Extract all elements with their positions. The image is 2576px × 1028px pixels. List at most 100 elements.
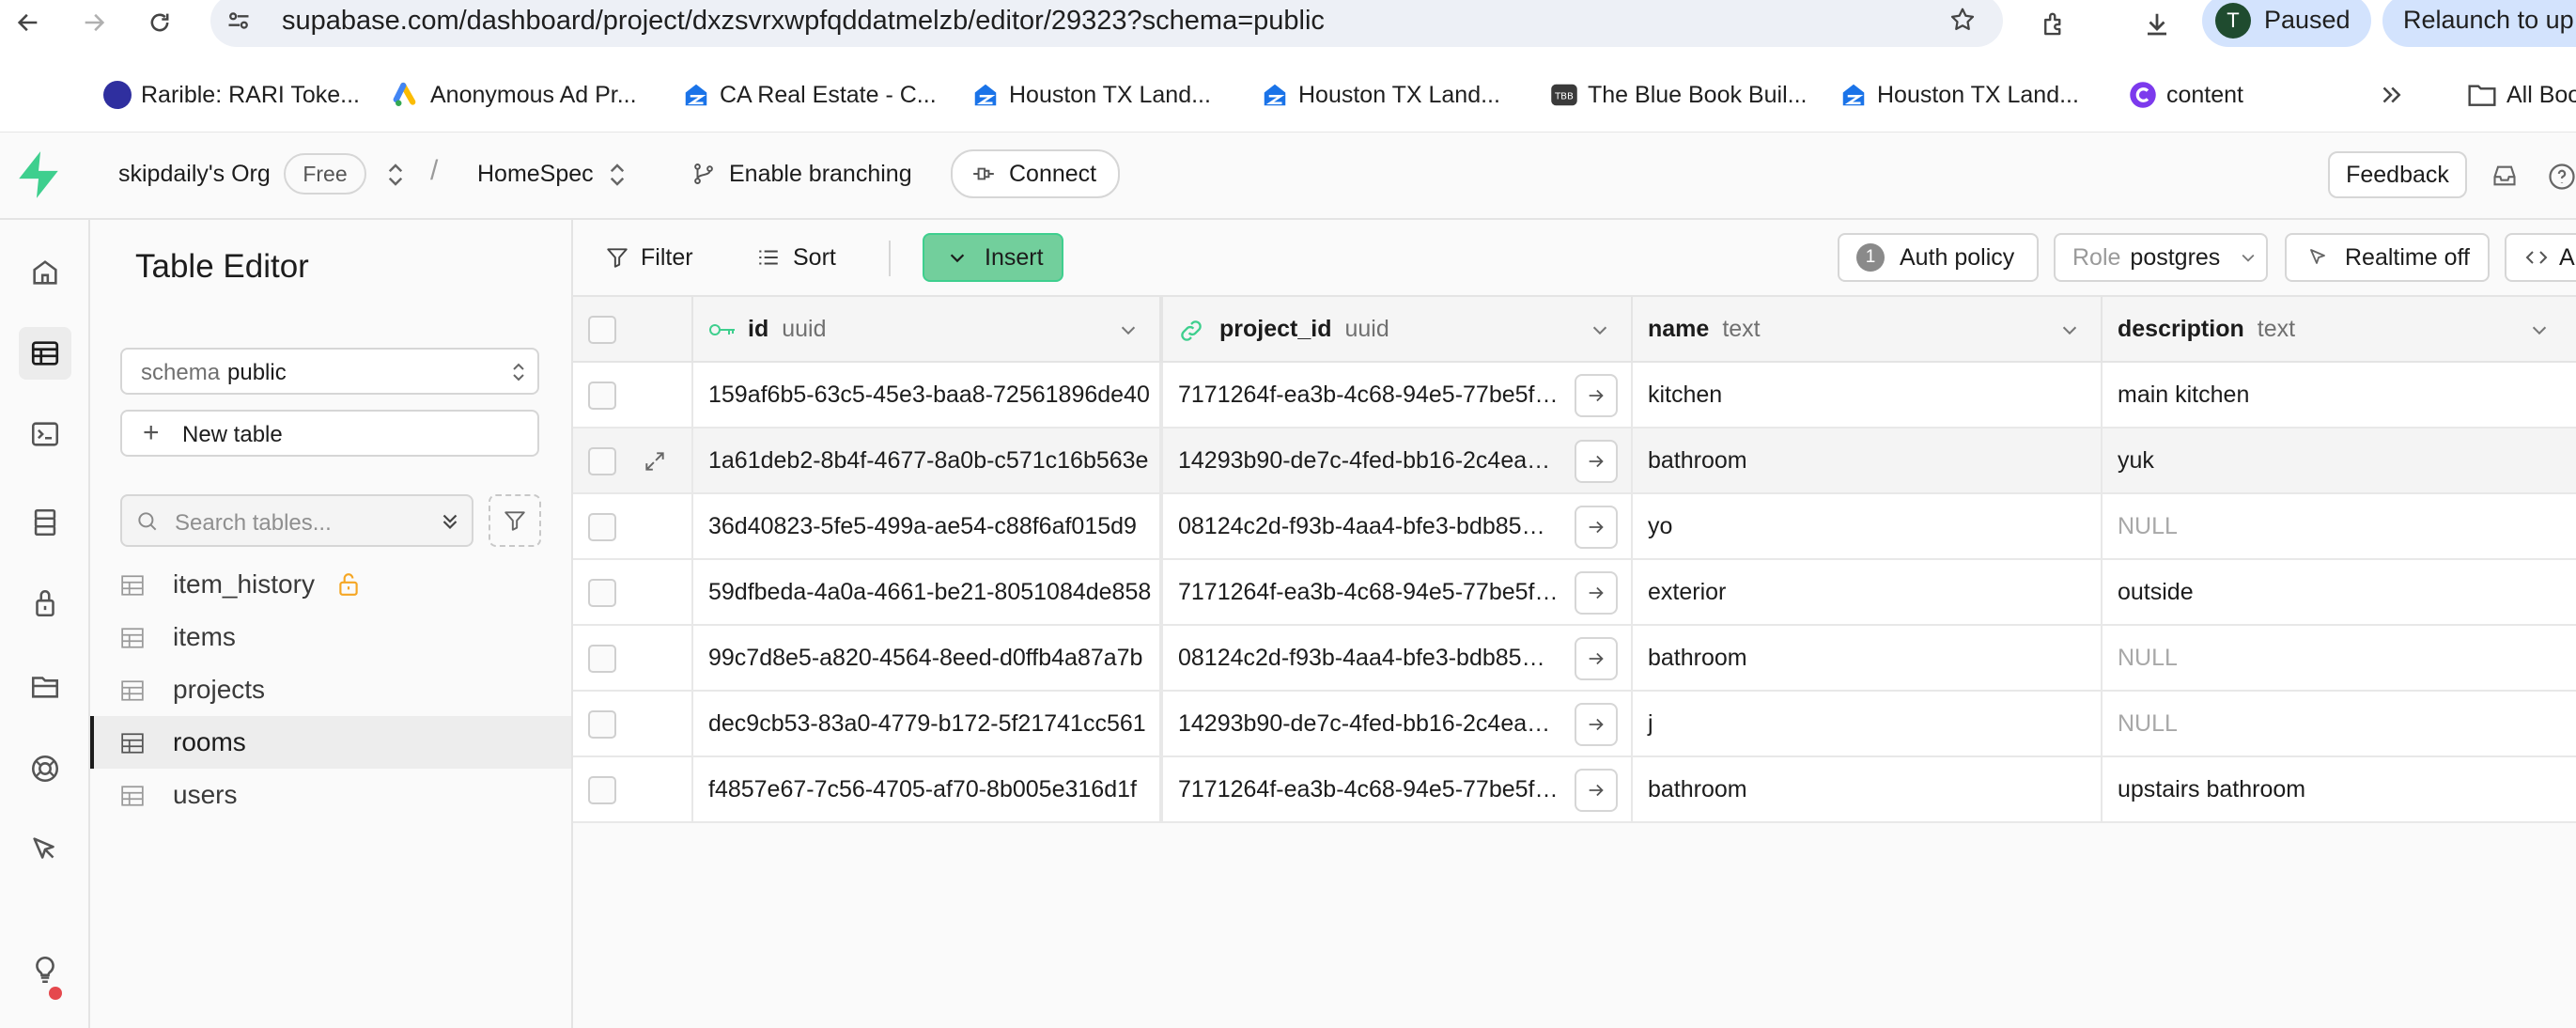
download-icon[interactable] bbox=[2138, 6, 2176, 43]
column-header-project-id[interactable]: project_id uuid bbox=[1163, 297, 1633, 363]
row-checkbox[interactable] bbox=[588, 447, 616, 475]
bookmark-item[interactable]: Rarible: RARI Toke... bbox=[103, 71, 360, 118]
table-row[interactable]: 59dfbeda-4a0a-4661-be21-8051084de858 7171… bbox=[573, 560, 2576, 626]
chevron-down-icon[interactable] bbox=[2059, 319, 2080, 340]
table-row[interactable]: 1a61deb2-8b4f-4677-8a0b-c571c16b563e 1429… bbox=[573, 428, 2576, 494]
cell-id[interactable]: dec9cb53-83a0-4779-b172-5f21741cc561 bbox=[693, 692, 1163, 757]
insert-button[interactable]: Insert bbox=[923, 233, 1063, 282]
chevron-down-icon[interactable] bbox=[1118, 319, 1139, 340]
extensions-icon[interactable] bbox=[2035, 6, 2072, 43]
bookmark-star-icon[interactable] bbox=[1948, 6, 1977, 34]
row-checkbox[interactable] bbox=[588, 776, 616, 804]
connect-button[interactable]: Connect bbox=[951, 149, 1120, 198]
cell-id[interactable]: 159af6b5-63c5-45e3-baa8-72561896de40 bbox=[693, 363, 1163, 428]
auth-policy-button[interactable]: 1 Auth policy bbox=[1838, 233, 2039, 282]
foreign-key-arrow-button[interactable] bbox=[1575, 769, 1618, 812]
foreign-key-arrow-button[interactable] bbox=[1575, 440, 1618, 483]
foreign-key-arrow-button[interactable] bbox=[1575, 374, 1618, 417]
chevron-double-down-icon[interactable] bbox=[438, 509, 462, 534]
table-row[interactable]: 159af6b5-63c5-45e3-baa8-72561896de40 7171… bbox=[573, 363, 2576, 428]
sql-editor-icon[interactable] bbox=[19, 408, 71, 460]
new-table-button[interactable]: + New table bbox=[120, 410, 539, 457]
cell-name[interactable]: exterior bbox=[1633, 560, 2103, 626]
bookmark-item[interactable]: TBB The Blue Book Buil... bbox=[1550, 71, 1807, 118]
database-icon[interactable] bbox=[19, 496, 71, 549]
row-checkbox[interactable] bbox=[588, 579, 616, 607]
table-list-item[interactable]: projects bbox=[90, 663, 571, 716]
row-checkbox[interactable] bbox=[588, 710, 616, 739]
row-checkbox[interactable] bbox=[588, 382, 616, 410]
org-name[interactable]: skipdaily's Org bbox=[118, 161, 271, 188]
cell-description[interactable]: upstairs bathroom bbox=[2103, 757, 2576, 823]
foreign-key-arrow-button[interactable] bbox=[1575, 571, 1618, 615]
realtime-toggle-button[interactable]: Realtime off bbox=[2285, 233, 2490, 282]
row-checkbox[interactable] bbox=[588, 513, 616, 541]
cell-project-id[interactable]: 7171264f-ea3b-4c68-94e5-77be5f… bbox=[1163, 560, 1633, 626]
cell-name[interactable]: yo bbox=[1633, 494, 2103, 560]
cell-id[interactable]: 99c7d8e5-a820-4564-8eed-d0ffb4a87a7b bbox=[693, 626, 1163, 692]
home-icon[interactable] bbox=[19, 246, 71, 299]
table-editor-icon[interactable] bbox=[19, 327, 71, 380]
cell-project-id[interactable]: 14293b90-de7c-4fed-bb16-2c4ea… bbox=[1163, 428, 1633, 494]
cell-project-id[interactable]: 08124c2d-f93b-4aa4-bfe3-bdb85… bbox=[1163, 494, 1633, 560]
project-switcher-chevron-icon[interactable] bbox=[605, 161, 629, 189]
api-docs-button[interactable]: A bbox=[2505, 233, 2576, 282]
site-settings-icon[interactable] bbox=[225, 8, 252, 34]
table-list-item-active[interactable]: rooms bbox=[90, 716, 571, 769]
project-name[interactable]: HomeSpec bbox=[477, 161, 594, 188]
forward-icon[interactable] bbox=[75, 4, 113, 41]
filter-button[interactable]: Filter bbox=[605, 239, 693, 276]
cell-description[interactable]: outside bbox=[2103, 560, 2576, 626]
bookmark-item[interactable]: Houston TX Land... bbox=[1261, 71, 1500, 118]
supabase-logo-icon[interactable] bbox=[15, 149, 62, 200]
select-all-checkbox[interactable] bbox=[588, 316, 616, 344]
foreign-key-arrow-button[interactable] bbox=[1575, 506, 1618, 549]
back-icon[interactable] bbox=[9, 4, 47, 41]
column-header-name[interactable]: name text bbox=[1633, 297, 2103, 363]
profile-button[interactable]: T Paused bbox=[2202, 0, 2371, 47]
enable-branching-button[interactable]: Enable branching bbox=[676, 151, 914, 196]
cell-name[interactable]: j bbox=[1633, 692, 2103, 757]
address-bar[interactable]: supabase.com/dashboard/project/dxzsvrxwp… bbox=[210, 0, 2003, 47]
bookmark-item[interactable]: Houston TX Land... bbox=[1839, 71, 2079, 118]
reload-icon[interactable] bbox=[141, 4, 178, 41]
chevron-down-icon[interactable] bbox=[2529, 319, 2550, 340]
chevron-down-icon[interactable] bbox=[1590, 319, 1610, 340]
url-text[interactable]: supabase.com/dashboard/project/dxzsvrxwp… bbox=[282, 6, 1325, 37]
bookmark-item[interactable]: CA Real Estate - C... bbox=[682, 71, 937, 118]
cell-id[interactable]: 59dfbeda-4a0a-4661-be21-8051084de858 bbox=[693, 560, 1163, 626]
table-row[interactable]: 99c7d8e5-a820-4564-8eed-d0ffb4a87a7b 0812… bbox=[573, 626, 2576, 692]
foreign-key-arrow-button[interactable] bbox=[1575, 703, 1618, 746]
cell-description[interactable]: NULL bbox=[2103, 692, 2576, 757]
cell-project-id[interactable]: 14293b90-de7c-4fed-bb16-2c4ea… bbox=[1163, 692, 1633, 757]
more-bookmarks-icon[interactable] bbox=[2377, 71, 2405, 118]
role-selector[interactable]: Role postgres bbox=[2054, 233, 2268, 282]
org-switcher-chevron-icon[interactable] bbox=[383, 161, 408, 189]
cell-id[interactable]: f4857e67-7c56-4705-af70-8b005e316d1f bbox=[693, 757, 1163, 823]
realtime-icon[interactable] bbox=[19, 742, 71, 795]
table-row[interactable]: 36d40823-5fe5-499a-ae54-c88f6af015d9 0812… bbox=[573, 494, 2576, 560]
cell-description[interactable]: NULL bbox=[2103, 626, 2576, 692]
table-list-item[interactable]: users bbox=[90, 769, 571, 821]
relaunch-button[interactable]: Relaunch to up bbox=[2382, 0, 2576, 47]
search-tables-input[interactable]: Search tables... bbox=[120, 494, 473, 547]
table-list-item[interactable]: items bbox=[90, 611, 571, 663]
bookmark-item[interactable]: content bbox=[2129, 71, 2243, 118]
table-row[interactable]: f4857e67-7c56-4705-af70-8b005e316d1f 7171… bbox=[573, 757, 2576, 823]
help-icon[interactable] bbox=[2548, 163, 2576, 191]
cell-description[interactable]: main kitchen bbox=[2103, 363, 2576, 428]
cell-project-id[interactable]: 08124c2d-f93b-4aa4-bfe3-bdb85… bbox=[1163, 626, 1633, 692]
cell-id[interactable]: 36d40823-5fe5-499a-ae54-c88f6af015d9 bbox=[693, 494, 1163, 560]
table-row[interactable]: dec9cb53-83a0-4779-b172-5f21741cc561 1429… bbox=[573, 692, 2576, 757]
advisors-lightbulb-icon[interactable] bbox=[19, 943, 71, 996]
cell-project-id[interactable]: 7171264f-ea3b-4c68-94e5-77be5f… bbox=[1163, 363, 1633, 428]
cell-name[interactable]: bathroom bbox=[1633, 428, 2103, 494]
foreign-key-arrow-button[interactable] bbox=[1575, 637, 1618, 680]
expand-row-icon[interactable] bbox=[643, 449, 667, 474]
cell-id[interactable]: 1a61deb2-8b4f-4677-8a0b-c571c16b563e bbox=[693, 428, 1163, 494]
column-header-id[interactable]: id uuid bbox=[693, 297, 1163, 363]
storage-icon[interactable] bbox=[19, 660, 71, 712]
cell-description[interactable]: yuk bbox=[2103, 428, 2576, 494]
cell-name[interactable]: bathroom bbox=[1633, 626, 2103, 692]
cell-name[interactable]: bathroom bbox=[1633, 757, 2103, 823]
